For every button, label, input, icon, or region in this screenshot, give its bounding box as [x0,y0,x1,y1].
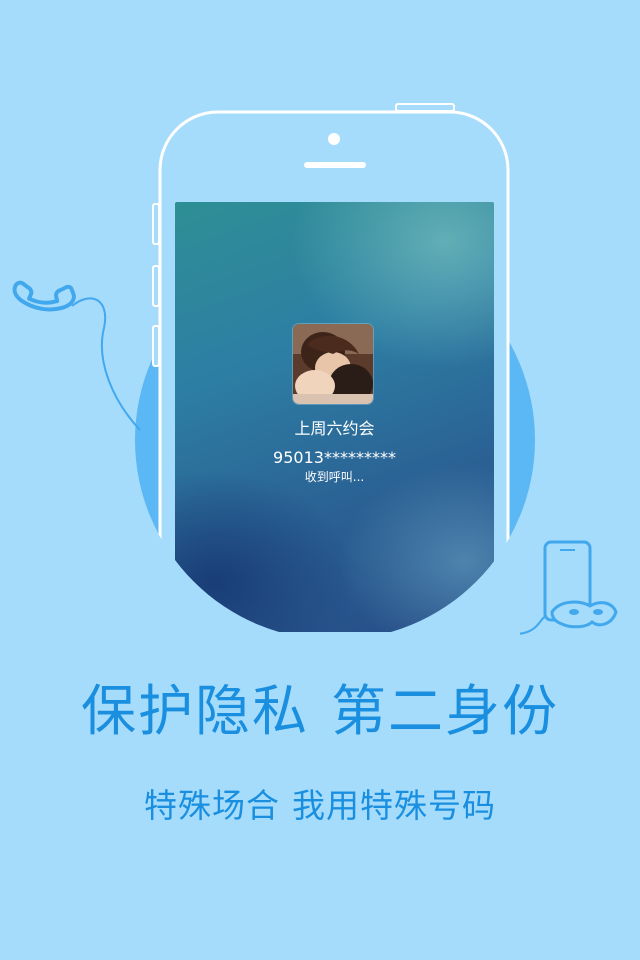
caller-number: 95013********* [273,448,396,467]
phone-with-mask-icon [543,540,618,629]
left-cord [71,297,141,431]
headline-part2: 第二身份 [331,679,560,743]
screen-background [175,202,494,632]
caller-avatar [293,324,373,404]
incoming-call-screen: 上周六约会 95013********* 收到呼叫... [175,202,494,632]
subline: 特殊场合 我用特殊号码 [0,784,640,828]
headline-part1: 保护隐私 [80,679,309,743]
caller-name: 上周六约会 [294,419,375,438]
headline: 保护隐私 第二身份 [0,676,640,746]
phone-handset-icon [12,280,76,312]
subline-part2: 我用特殊号码 [292,786,496,825]
speaker-grille [304,162,366,168]
call-status: 收到呼叫... [304,470,365,484]
front-camera [328,133,340,145]
subline-part1: 特殊场合 [144,786,280,825]
